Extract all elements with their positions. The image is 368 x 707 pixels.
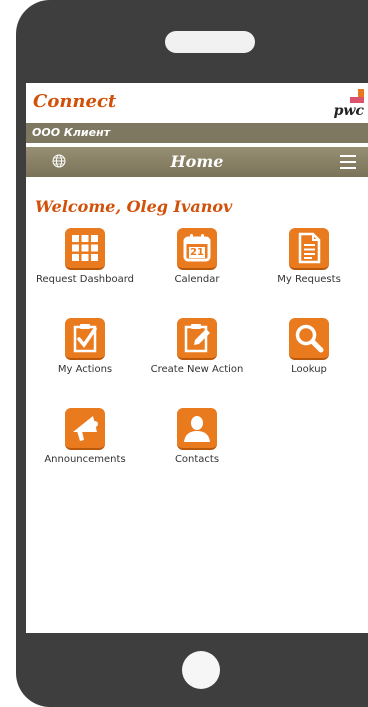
grid-icon <box>65 228 105 270</box>
pwc-logo-mark <box>350 89 364 103</box>
pwc-logo-text: pwc <box>333 103 364 119</box>
tile-create-new-action[interactable]: Create New Action <box>142 318 252 404</box>
phone-home-button[interactable] <box>182 651 220 689</box>
hamburger-menu-icon[interactable] <box>340 155 356 169</box>
tile-label: Request Dashboard <box>35 274 135 285</box>
app-screen: Connect pwc ООО Клиент Home Welcome, Ole… <box>26 83 368 633</box>
search-icon <box>289 318 329 360</box>
tile-label: Lookup <box>291 364 327 375</box>
tile-label: Create New Action <box>150 364 244 375</box>
edit-clipboard-icon <box>177 318 217 360</box>
tile-label: Contacts <box>174 454 220 465</box>
calendar-icon: 21 <box>177 228 217 270</box>
tile-announcements[interactable]: Announcements <box>30 408 140 494</box>
tile-calendar[interactable]: 21 Calendar <box>142 228 252 314</box>
tile-contacts[interactable]: Contacts <box>142 408 252 494</box>
nav-bar: Home <box>26 147 368 177</box>
tile-request-dashboard[interactable]: Request Dashboard <box>30 228 140 314</box>
phone-speaker <box>165 31 255 53</box>
checklist-icon <box>65 318 105 360</box>
calendar-day: 21 <box>190 247 204 258</box>
tile-label: Announcements <box>44 454 126 465</box>
app-brand: Connect <box>33 91 117 112</box>
tile-lookup[interactable]: Lookup <box>254 318 364 404</box>
tile-my-actions[interactable]: My Actions <box>30 318 140 404</box>
tile-label: My Requests <box>277 274 341 285</box>
welcome-message: Welcome, Oleg Ivanov <box>35 197 233 216</box>
tile-label: Calendar <box>174 274 220 285</box>
page-title: Home <box>170 152 224 171</box>
person-icon <box>177 408 217 450</box>
document-icon <box>289 228 329 270</box>
pwc-logo: pwc <box>326 89 366 119</box>
tile-my-requests[interactable]: My Requests <box>254 228 364 314</box>
client-name: ООО Клиент <box>26 123 368 143</box>
megaphone-icon <box>65 408 105 450</box>
tile-label: My Actions <box>57 364 113 375</box>
